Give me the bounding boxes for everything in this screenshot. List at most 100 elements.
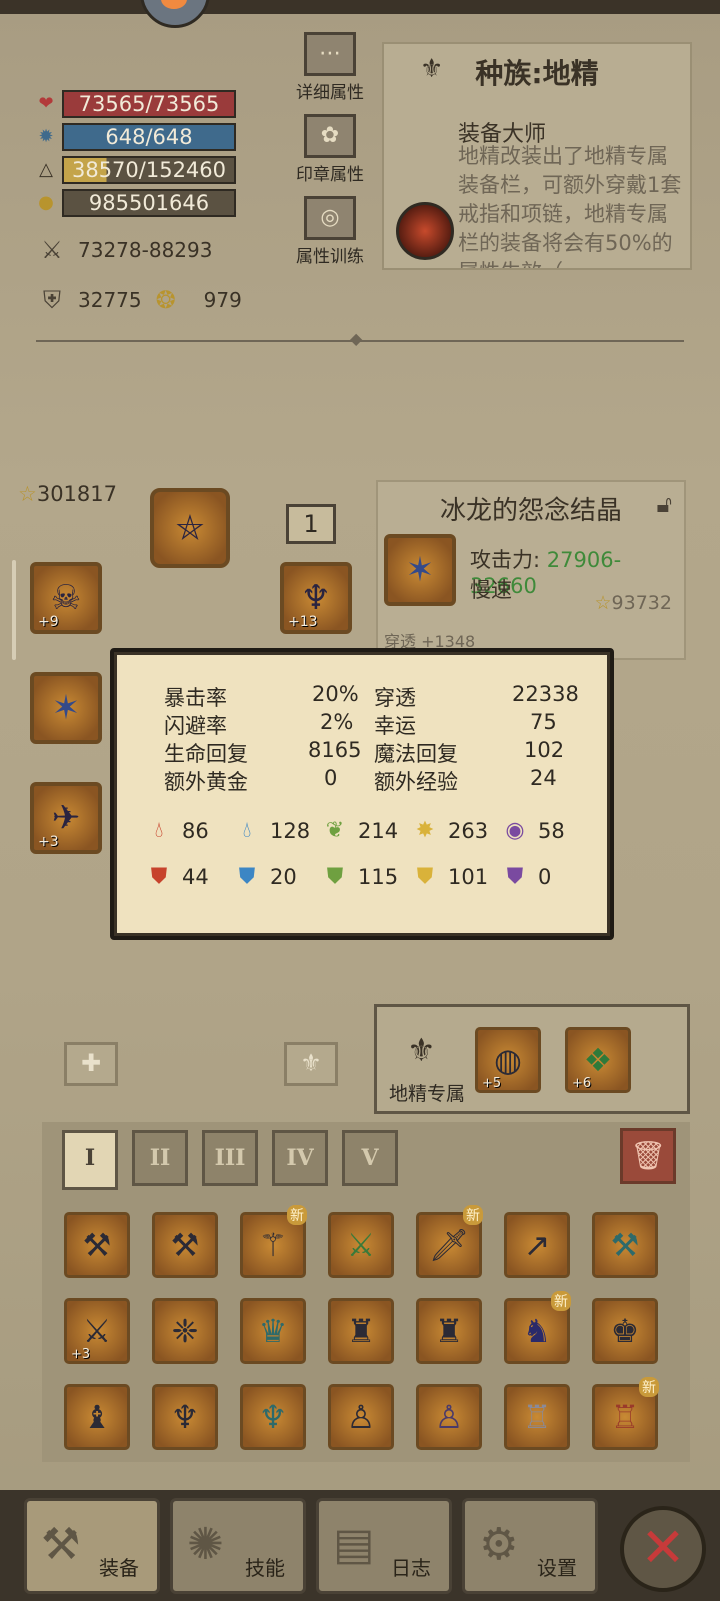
inventory-item[interactable]: ♆ [152,1384,218,1450]
inventory-item[interactable]: ⚔ +3 [64,1298,130,1364]
inventory-tab-5[interactable]: V [342,1130,398,1186]
boots-slot[interactable]: ✈ +3 [30,782,102,854]
helmet-slot[interactable]: ⛤ [150,488,230,568]
dark-resist: ⛊ 0 [502,864,552,890]
water-resist: ⛊ 20 [234,864,297,890]
fire-shield-icon: ⛊ [150,864,168,889]
inventory-item[interactable]: ♖ 新 [592,1377,659,1450]
nav-skill-button[interactable]: ✺ 技能 [170,1498,306,1594]
new-badge: 新 [551,1291,571,1311]
item-slot: ✶ [384,534,456,606]
nav-settings-button[interactable]: ⚙ 设置 [462,1498,598,1594]
gnome-ring-slot[interactable]: ◍ +5 [475,1027,541,1093]
dark-shield-icon: ⛊ [506,864,524,889]
stat-label: 闪避率 [164,714,227,738]
stat-value: 102 [524,738,565,762]
gnome-exclusive-label: 地精专属 [389,1083,466,1105]
inventory-item[interactable]: ⚚ 新 [240,1205,307,1278]
item-power: ☆93732 [595,592,673,614]
inventory-item[interactable]: ♙ [416,1384,482,1450]
dots-icon: ⋯ [304,32,356,76]
inventory-item[interactable]: ⚒ [64,1212,130,1278]
new-badge: 新 [287,1205,307,1225]
nav-log-label: 日志 [391,1556,431,1580]
ice-crystal-icon: ✶ [405,550,435,590]
element-value: 101 [448,865,489,889]
swords-icon: ⚔ [41,236,63,264]
level-box[interactable]: 1 [286,504,336,544]
inventory-item[interactable]: ⚒ [152,1212,218,1278]
mp-bar: 648/648 [62,123,236,151]
light-resist: ⛊ 101 [412,864,488,890]
pet-avatar[interactable] [140,0,210,28]
nav-equip-button[interactable]: ⚒ 装备 [24,1498,160,1594]
stat-value: 24 [530,766,557,790]
teal-armor-icon: ♆ [258,1398,288,1436]
element-value: 20 [270,865,297,889]
skill-icon: ✺ [187,1519,224,1570]
teal-helm-icon: ♛ [258,1312,288,1350]
inventory-item[interactable]: ♝ [64,1384,130,1450]
inventory-item[interactable]: ♜ [416,1298,482,1364]
attribute-tooltip[interactable]: 暴击率 20% 穿透 22338 闪避率 2% 幸运 75 生命回复 8165 … [110,648,614,940]
tooltip-row: 暴击率 20% 穿透 22338 [164,682,584,710]
race-skill-icon[interactable] [396,202,454,260]
seal-icon: ✿ [304,114,356,158]
fire-attack: 💧︎ 86 [146,818,209,844]
shield-icon: ⛨ [43,286,61,314]
stat-label: 额外黄金 [164,770,248,794]
inventory-item[interactable]: ♜ [328,1298,394,1364]
stat-label: 生命回复 [164,742,248,766]
inventory-item[interactable]: ♙ [328,1384,394,1450]
seal-attributes-button[interactable]: ✿ 印章属性 [290,114,370,185]
inventory-item[interactable]: ♛ [240,1298,306,1364]
armor-slot[interactable]: ♆ +13 [280,562,352,634]
element-resist-row: ⛊ 44 ⛊ 20 ⛊ 115 ⛊ 101 ⛊ 0 [146,864,586,898]
inventory-item[interactable]: ♖ [504,1384,570,1450]
weapon-slot-1[interactable]: ☠ +9 [30,562,102,634]
gnome-exclusive-panel: ⚜ 地精专属 ◍ +5 ❖ +6 [374,1004,690,1114]
water-shield-icon: ⛊ [238,864,256,889]
inventory-tab-1[interactable]: I [62,1130,118,1190]
nav-log-button[interactable]: ▤ 日志 [316,1498,452,1594]
stat-label: 魔法回复 [374,742,458,766]
gold-row: ● 985501646 [36,189,236,217]
gnome-necklace-slot[interactable]: ❖ +6 [565,1027,631,1093]
axe-icon: ⚒ [170,1226,200,1264]
unlock-icon[interactable]: 🔓︎ [656,490,672,518]
inventory-item[interactable]: 🗡︎ 新 [416,1205,483,1278]
attribute-training-button[interactable]: ◎ 属性训练 [290,196,370,267]
stat-label: 幸运 [374,714,416,738]
wing-helm-icon: ❈ [171,1312,199,1350]
purple-armor-icon: ♙ [434,1398,464,1436]
nav-settings-label: 设置 [537,1556,577,1580]
inventory-item[interactable]: ⚒ [592,1212,658,1278]
trash-button[interactable]: 🗑︎ [620,1128,676,1184]
selected-weapon-slot[interactable]: ✶ [30,672,102,744]
dark-helm-icon: ♝ [82,1398,112,1436]
section-divider [36,329,684,348]
gnome-hat-icon: ⚜ [420,54,444,84]
inventory-item[interactable]: ♚ [592,1298,658,1364]
inventory-tab-3[interactable]: III [202,1130,258,1186]
stat-label: 暴击率 [164,686,227,710]
detail-attributes-button[interactable]: ⋯ 详细属性 [290,32,370,103]
knight-helm-icon: ♚ [610,1312,640,1350]
inventory-item[interactable]: ↗ [504,1212,570,1278]
gnome-toggle-button[interactable]: ⚜ [284,1042,338,1086]
inventory-item[interactable]: ♆ [240,1384,306,1450]
bottom-nav: ⚒ 装备 ✺ 技能 ▤ 日志 ⚙ 设置 [0,1490,720,1601]
inventory-item[interactable]: ❈ [152,1298,218,1364]
close-icon: ✕ [640,1516,686,1579]
plus-icon: ✚ [80,1049,102,1077]
inventory-tab-4[interactable]: IV [272,1130,328,1186]
triangle-icon: △ [39,159,53,180]
add-slot-button[interactable]: ✚ [64,1042,118,1086]
close-button[interactable]: ✕ [620,1506,706,1592]
horned-helm-icon: ♜ [434,1312,464,1350]
inventory-tab-2[interactable]: II [132,1130,188,1186]
inventory-item[interactable]: ⚔ [328,1212,394,1278]
inventory-item[interactable]: ♞ 新 [504,1291,571,1364]
stat-label: 额外经验 [374,770,458,794]
helmet-icon: ⛤ [176,508,204,548]
